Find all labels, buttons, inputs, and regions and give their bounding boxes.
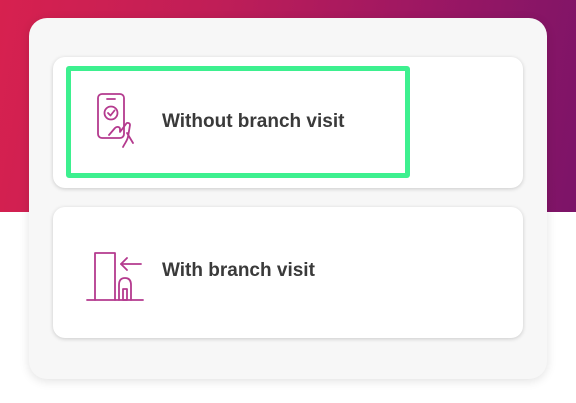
option-with-branch-visit[interactable]: With branch visit xyxy=(53,207,523,338)
branch-door-arrow-icon xyxy=(85,245,145,305)
phone-checkmark-hand-icon xyxy=(91,91,151,151)
option-without-branch-visit[interactable]: Without branch visit xyxy=(53,57,523,188)
option-label: With branch visit xyxy=(162,260,315,281)
option-label: Without branch visit xyxy=(162,111,345,132)
